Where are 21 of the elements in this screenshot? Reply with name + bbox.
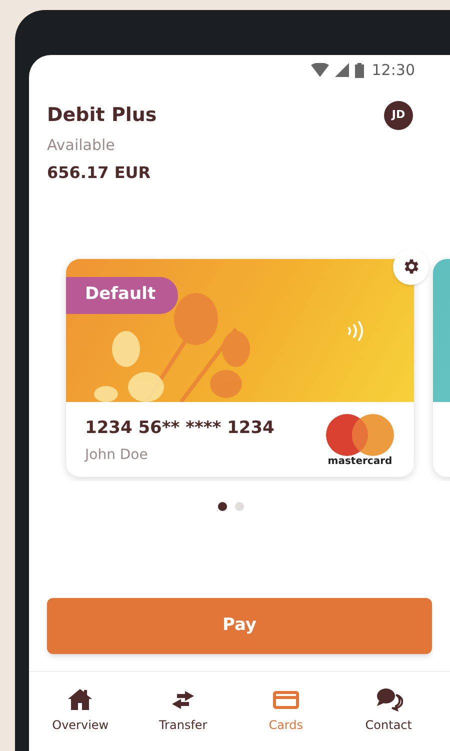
nav-tab[interactable]: Contact xyxy=(337,686,440,751)
default-badge: Default xyxy=(66,276,178,314)
house-icon xyxy=(66,686,94,712)
card-brand: mastercard xyxy=(328,456,392,466)
wifi-icon xyxy=(310,63,329,77)
nav-tab[interactable]: Overview xyxy=(29,686,132,751)
signal-icon xyxy=(334,63,349,77)
avatar[interactable]: JD xyxy=(384,101,413,130)
payment-card[interactable]: Default 1234 56** **** 1234 John Doe mastercard xyxy=(66,258,414,476)
nav-tab[interactable]: Transfer xyxy=(132,686,234,751)
contactless-icon xyxy=(346,318,366,342)
balance-amount: 656.17 EUR xyxy=(46,162,152,184)
battery-icon xyxy=(354,62,364,78)
card-holder: John Doe xyxy=(85,446,149,465)
account-title: Debit Plus xyxy=(47,103,157,128)
card-number: 1234 56** **** 1234 xyxy=(85,416,274,440)
settings-button[interactable] xyxy=(393,248,429,284)
status-time: 12:30 xyxy=(372,60,415,81)
balance-label: Available xyxy=(46,135,116,156)
mastercard-logo-icon xyxy=(325,412,395,456)
chat-bubbles-icon xyxy=(374,686,403,712)
